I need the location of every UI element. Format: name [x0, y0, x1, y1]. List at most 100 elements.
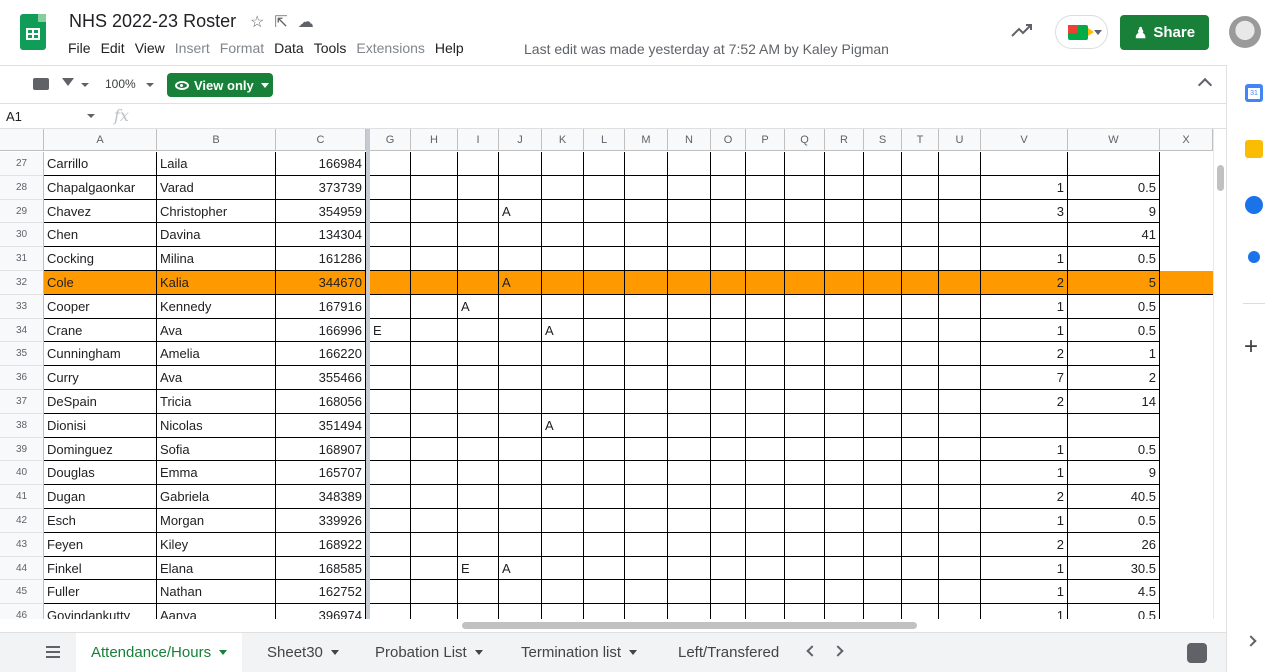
- column-header-m[interactable]: M: [625, 129, 668, 151]
- cell-c29[interactable]: 354959: [276, 200, 366, 223]
- cell-m31[interactable]: [625, 247, 668, 271]
- cell-v27[interactable]: [981, 152, 1068, 176]
- cell-l40[interactable]: [584, 461, 625, 485]
- column-header-l[interactable]: L: [584, 129, 625, 151]
- cell-r27[interactable]: [825, 152, 864, 176]
- cell-t39[interactable]: [902, 438, 939, 461]
- cell-q36[interactable]: [785, 366, 825, 390]
- cell-l41[interactable]: [584, 485, 625, 509]
- cell-b35[interactable]: Amelia: [157, 342, 276, 366]
- cell-a44[interactable]: Finkel: [44, 557, 157, 580]
- sheet-tab[interactable]: Left/Transfered: [663, 633, 794, 672]
- cell-l28[interactable]: [584, 176, 625, 200]
- cell-l46[interactable]: [584, 604, 625, 619]
- cell-i34[interactable]: [458, 319, 499, 342]
- explore-icon[interactable]: [1187, 643, 1207, 663]
- column-header-u[interactable]: U: [939, 129, 981, 151]
- cell-u46[interactable]: [939, 604, 981, 619]
- cell-j42[interactable]: [499, 509, 542, 533]
- cell-a31[interactable]: Cocking: [44, 247, 157, 271]
- cell-r32[interactable]: [825, 271, 864, 295]
- cell-p32[interactable]: [746, 271, 785, 295]
- cell-u30[interactable]: [939, 223, 981, 247]
- cell-p27[interactable]: [746, 152, 785, 176]
- cell-r45[interactable]: [825, 580, 864, 604]
- cell-g35[interactable]: [370, 342, 411, 366]
- cell-i42[interactable]: [458, 509, 499, 533]
- cell-u27[interactable]: [939, 152, 981, 176]
- cell-p35[interactable]: [746, 342, 785, 366]
- cell-i37[interactable]: [458, 390, 499, 414]
- cell-n45[interactable]: [668, 580, 711, 604]
- cell-c44[interactable]: 168585: [276, 557, 366, 580]
- cell-a36[interactable]: Curry: [44, 366, 157, 390]
- cell-q27[interactable]: [785, 152, 825, 176]
- row-header[interactable]: 27: [0, 152, 44, 176]
- cell-r30[interactable]: [825, 223, 864, 247]
- menu-item-format[interactable]: Format: [220, 40, 264, 56]
- cell-i43[interactable]: [458, 533, 499, 557]
- cell-u38[interactable]: [939, 414, 981, 438]
- cell-t34[interactable]: [902, 319, 939, 342]
- cell-q43[interactable]: [785, 533, 825, 557]
- cell-h31[interactable]: [411, 247, 458, 271]
- all-sheets-icon[interactable]: [46, 646, 60, 648]
- cell-p29[interactable]: [746, 200, 785, 223]
- cell-l32[interactable]: [584, 271, 625, 295]
- cell-v39[interactable]: 1: [981, 438, 1068, 461]
- cell-b40[interactable]: Emma: [157, 461, 276, 485]
- cell-u45[interactable]: [939, 580, 981, 604]
- chevron-right-icon[interactable]: [832, 645, 844, 657]
- cell-g28[interactable]: [370, 176, 411, 200]
- cell-s31[interactable]: [864, 247, 902, 271]
- cell-o30[interactable]: [711, 223, 746, 247]
- cell-o44[interactable]: [711, 557, 746, 580]
- cell-j31[interactable]: [499, 247, 542, 271]
- menu-item-help[interactable]: Help: [435, 40, 464, 56]
- cell-h39[interactable]: [411, 438, 458, 461]
- scroll-thumb[interactable]: [462, 622, 917, 629]
- cell-w38[interactable]: [1068, 414, 1160, 438]
- cell-s30[interactable]: [864, 223, 902, 247]
- column-header-s[interactable]: S: [864, 129, 902, 151]
- cell-r38[interactable]: [825, 414, 864, 438]
- column-header-t[interactable]: T: [902, 129, 939, 151]
- cell-v44[interactable]: 1: [981, 557, 1068, 580]
- cell-k36[interactable]: [542, 366, 584, 390]
- row-header[interactable]: 29: [0, 200, 44, 223]
- cell-o27[interactable]: [711, 152, 746, 176]
- cell-c28[interactable]: 373739: [276, 176, 366, 200]
- cell-a35[interactable]: Cunningham: [44, 342, 157, 366]
- cell-p42[interactable]: [746, 509, 785, 533]
- cell-s35[interactable]: [864, 342, 902, 366]
- cell-j29[interactable]: A: [499, 200, 542, 223]
- cell-h30[interactable]: [411, 223, 458, 247]
- cell-p37[interactable]: [746, 390, 785, 414]
- cell-i30[interactable]: [458, 223, 499, 247]
- row-header[interactable]: 39: [0, 438, 44, 461]
- cell-c30[interactable]: 134304: [276, 223, 366, 247]
- select-all-corner[interactable]: [0, 129, 44, 151]
- cell-a39[interactable]: Dominguez: [44, 438, 157, 461]
- cell-o43[interactable]: [711, 533, 746, 557]
- cell-u31[interactable]: [939, 247, 981, 271]
- cell-c35[interactable]: 166220: [276, 342, 366, 366]
- cell-k29[interactable]: [542, 200, 584, 223]
- sheet-tab[interactable]: Sheet30: [252, 633, 354, 672]
- cell-u36[interactable]: [939, 366, 981, 390]
- cell-q32[interactable]: [785, 271, 825, 295]
- cell-c31[interactable]: 161286: [276, 247, 366, 271]
- cell-c45[interactable]: 162752: [276, 580, 366, 604]
- cell-r36[interactable]: [825, 366, 864, 390]
- cell-v34[interactable]: 1: [981, 319, 1068, 342]
- cell-j28[interactable]: [499, 176, 542, 200]
- sheet-tab[interactable]: Termination list: [506, 633, 652, 672]
- cell-c36[interactable]: 355466: [276, 366, 366, 390]
- cell-n31[interactable]: [668, 247, 711, 271]
- cell-h27[interactable]: [411, 152, 458, 176]
- cell-a30[interactable]: Chen: [44, 223, 157, 247]
- add-addon-icon[interactable]: +: [1244, 333, 1258, 361]
- cell-s34[interactable]: [864, 319, 902, 342]
- cell-v42[interactable]: 1: [981, 509, 1068, 533]
- menu-item-file[interactable]: File: [68, 40, 91, 56]
